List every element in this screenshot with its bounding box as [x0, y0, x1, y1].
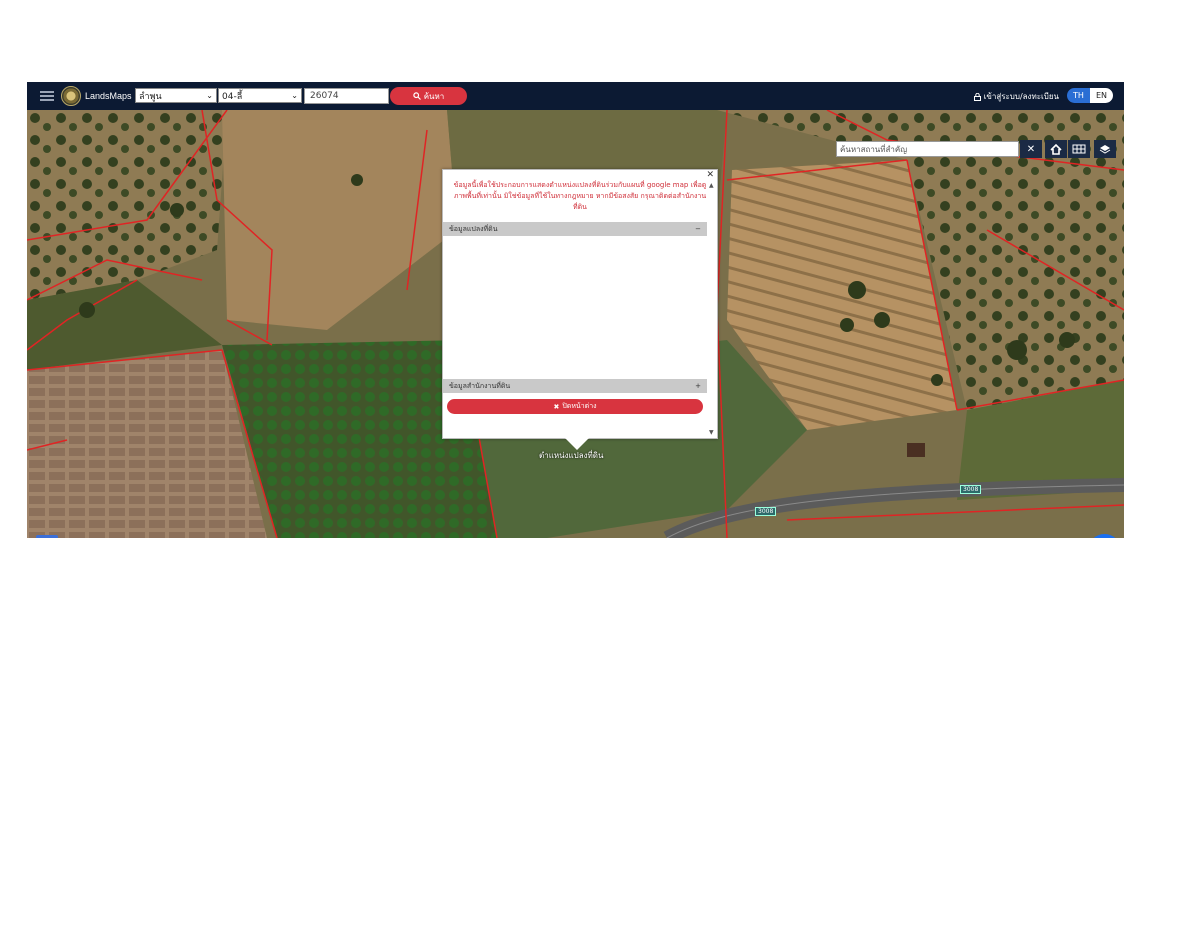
- road-number-sign: 3008: [755, 507, 777, 516]
- close-window-button[interactable]: ✖ ปิดหน้าต่าง: [447, 399, 703, 414]
- search-button-label: ค้นหา: [423, 91, 445, 101]
- grid-button[interactable]: [1068, 140, 1090, 158]
- lang-th-button[interactable]: TH: [1067, 88, 1090, 103]
- grid-icon: [1072, 144, 1086, 154]
- lock-icon: [973, 92, 981, 101]
- section-land-title: ข้อมูลแปลงที่ดิน: [449, 224, 498, 233]
- landsmaps-app: เลขที่โฉนดที่ดินxxxx74หน้าสำรวจxxxx20เลข…: [27, 82, 1124, 538]
- parcel-number-value: 26074: [310, 91, 339, 101]
- pin-label: ตำแหน่งแปลงที่ดิน: [539, 451, 604, 460]
- place-search-placeholder: ค้นหาสถานที่สำคัญ: [840, 144, 908, 154]
- section-office-title: ข้อมูลสำนักงานที่ดิน: [449, 381, 511, 390]
- clear-search-button[interactable]: ✕: [1020, 140, 1042, 158]
- layers-button[interactable]: [1094, 140, 1116, 158]
- collapse-icon: −: [695, 225, 701, 233]
- popup-close-icon[interactable]: ✕: [706, 170, 714, 180]
- chevron-down-icon: ⌄: [206, 91, 213, 100]
- top-navigation-bar: LandsMaps ลำพูน ⌄ 04-ลี้ ⌄ 26074 ค้นหา เ…: [27, 82, 1124, 110]
- login-label: เข้าสู่ระบบ/ลงทะเบียน: [983, 92, 1059, 101]
- hamburger-menu-icon[interactable]: [40, 91, 54, 101]
- place-search-input[interactable]: ค้นหาสถานที่สำคัญ: [836, 141, 1019, 157]
- language-toggle: TH EN: [1067, 88, 1113, 103]
- scroll-down-icon[interactable]: ▼: [709, 429, 714, 436]
- lang-en-button[interactable]: EN: [1090, 88, 1113, 103]
- expand-icon: +: [695, 382, 701, 390]
- search-button[interactable]: ค้นหา: [390, 87, 467, 105]
- province-value: ลำพูน: [139, 91, 162, 102]
- brand-name: LandsMaps: [85, 91, 132, 101]
- section-land-header[interactable]: ข้อมูลแปลงที่ดิน −: [443, 222, 707, 236]
- section-office-header[interactable]: ข้อมูลสำนักงานที่ดิน +: [443, 379, 707, 393]
- close-icon: ✖: [553, 402, 560, 411]
- district-select[interactable]: 04-ลี้ ⌄: [218, 88, 302, 103]
- road-number-sign: 3008: [960, 485, 982, 494]
- district-value: 04-ลี้: [222, 91, 243, 102]
- parcel-info-popup: ✕ ข้อมูลนี้เพื่อใช้ประกอบการแสดงตำแหน่งแ…: [442, 169, 718, 450]
- search-icon: [413, 92, 421, 100]
- popup-scrollbar[interactable]: ▲ ▼: [708, 182, 717, 436]
- measure-tools-button[interactable]: [36, 535, 58, 538]
- scroll-up-icon[interactable]: ▲: [709, 182, 714, 189]
- close-window-label: ปิดหน้าต่าง: [562, 402, 597, 410]
- province-select[interactable]: ลำพูน ⌄: [135, 88, 217, 103]
- login-link[interactable]: เข้าสู่ระบบ/ลงทะเบียน: [973, 90, 1059, 103]
- popup-warning: ข้อมูลนี้เพื่อใช้ประกอบการแสดงตำแหน่งแปล…: [453, 181, 707, 211]
- chevron-down-icon: ⌄: [291, 91, 298, 100]
- landsmaps-logo: [61, 86, 81, 106]
- satellite-map[interactable]: เลขที่โฉนดที่ดินxxxx74หน้าสำรวจxxxx20เลข…: [27, 109, 1124, 538]
- home-button[interactable]: [1045, 140, 1067, 158]
- home-icon: [1050, 143, 1062, 155]
- layers-icon: [1099, 144, 1111, 154]
- parcel-number-input[interactable]: 26074: [304, 88, 389, 104]
